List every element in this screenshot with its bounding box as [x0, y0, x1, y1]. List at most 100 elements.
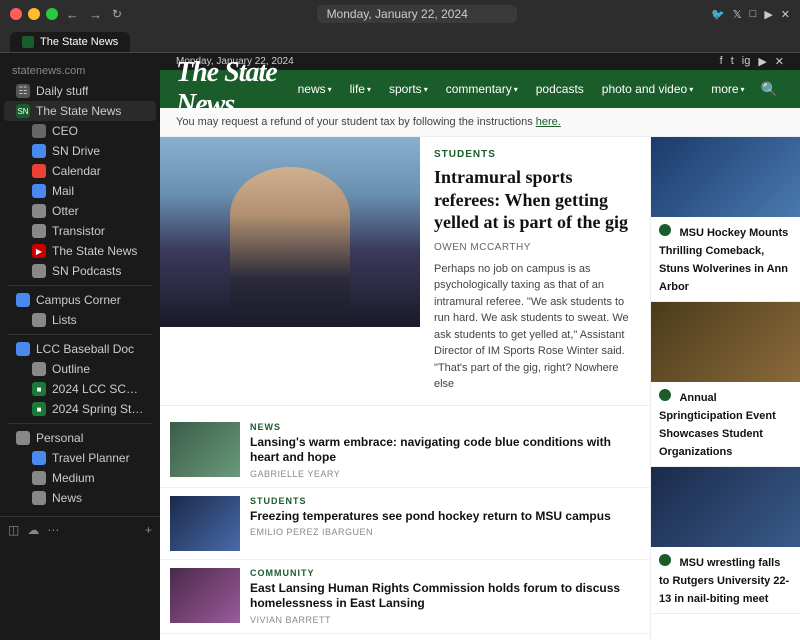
social-icons-top: 🐦 𝕏 □ ▶ ✕ — [711, 8, 790, 21]
sidebar-item-label: Campus Corner — [36, 293, 121, 307]
ig-link[interactable]: ig — [742, 55, 751, 68]
right-article-img-1 — [651, 137, 800, 217]
lcc-schedule-icon: ■ — [32, 382, 46, 396]
article-thumb-2 — [170, 496, 240, 551]
sidebar-item-label: 2024 Spring Staaz — [52, 402, 144, 416]
sidebar-footer: ◫ ☁ ⋯ + — [0, 516, 160, 543]
sidebar-item-transistor[interactable]: Transistor — [4, 221, 156, 241]
sidebar-item-personal[interactable]: Personal — [4, 428, 156, 448]
sidebar-item-ceo[interactable]: CEO — [4, 121, 156, 141]
cloud-icon[interactable]: ☁ — [27, 523, 39, 537]
article-item-3: COMMUNITY East Lansing Human Rights Comm… — [160, 560, 650, 634]
minimize-button[interactable] — [28, 8, 40, 20]
sidebar-item-news[interactable]: News — [4, 488, 156, 508]
article-title-1[interactable]: Lansing's warm embrace: navigating code … — [250, 435, 640, 466]
hero-title[interactable]: Intramural sports referees: When getting… — [434, 166, 636, 234]
sidebar-item-label: CEO — [52, 124, 78, 138]
sn-drive-icon — [32, 144, 46, 158]
site-logo[interactable]: The State News — [176, 57, 290, 121]
nav-photo-video[interactable]: photo and video ▾ — [594, 78, 701, 100]
sidebar-item-mail[interactable]: Mail — [4, 181, 156, 201]
options-icon[interactable]: ⋯ — [47, 523, 59, 537]
hero-excerpt: Perhaps no job on campus is as psycholog… — [434, 261, 636, 393]
address-area: Monday, January 22, 2024 — [130, 5, 703, 23]
article-item-2: STUDENTS Freezing temperatures see pond … — [160, 488, 650, 560]
sidebar-item-daily-stuff[interactable]: ☷ Daily stuff — [4, 81, 156, 101]
sidebar-item-label: Lists — [52, 313, 77, 327]
nav-sports[interactable]: sports ▾ — [381, 78, 436, 100]
right-article-title-3[interactable]: MSU wrestling falls to Rutgers Universit… — [659, 557, 789, 605]
sidebar-item-campus-corner[interactable]: Campus Corner — [4, 290, 156, 310]
add-icon[interactable]: + — [145, 523, 152, 537]
mail-icon — [32, 184, 46, 198]
browser-chrome: ← → ↻ Monday, January 22, 2024 🐦 𝕏 □ ▶ ✕… — [0, 0, 800, 53]
sidebar-item-spring-staaz[interactable]: ■ 2024 Spring Staaz — [4, 399, 156, 419]
sidebar-item-label: The State News — [36, 104, 121, 118]
forward-button[interactable]: → — [89, 7, 102, 22]
add-space-icon[interactable]: ◫ — [8, 523, 19, 537]
sidebar-item-calendar[interactable]: Calendar — [4, 161, 156, 181]
tab-label: The State News — [40, 36, 118, 48]
calendar-icon — [32, 164, 46, 178]
sidebar-item-sn-podcasts[interactable]: SN Podcasts — [4, 261, 156, 281]
nav-podcasts[interactable]: podcasts — [528, 78, 592, 100]
nav-life[interactable]: life ▾ — [342, 78, 379, 100]
sidebar-item-sn-drive[interactable]: SN Drive — [4, 141, 156, 161]
sidebar-item-medium[interactable]: Medium — [4, 468, 156, 488]
sn-podcasts-icon — [32, 264, 46, 278]
reload-button[interactable]: ↻ — [112, 7, 122, 22]
youtube-icon[interactable]: ▶ — [764, 8, 772, 21]
sidebar-item-lists[interactable]: Lists — [4, 310, 156, 330]
right-article-title-2[interactable]: Annual Springticipation Event Showcases … — [659, 392, 776, 458]
nav-commentary[interactable]: commentary ▾ — [438, 78, 526, 100]
fb-link[interactable]: f — [720, 55, 723, 68]
twitter-icon[interactable]: 𝕏 — [733, 8, 742, 21]
facebook-icon[interactable]: 🐦 — [711, 8, 725, 21]
sidebar-item-lcc-baseball[interactable]: LCC Baseball Doc — [4, 339, 156, 359]
sidebar-item-label: Personal — [36, 431, 83, 445]
photo-video-chevron: ▾ — [689, 85, 693, 94]
hockey-icon — [659, 224, 671, 236]
sidebar-item-label: Transistor — [52, 224, 105, 238]
hero-body: STUDENTS Intramural sports referees: Whe… — [420, 137, 650, 405]
right-article-title-1[interactable]: MSU Hockey Mounts Thrilling Comeback, St… — [659, 227, 788, 293]
right-article-body-2: Annual Springticipation Event Showcases … — [651, 382, 800, 466]
back-button[interactable]: ← — [66, 7, 79, 22]
maximize-button[interactable] — [46, 8, 58, 20]
daily-stuff-icon: ☷ — [16, 84, 30, 98]
nav-news[interactable]: news ▾ — [290, 78, 340, 100]
right-article-3: MSU wrestling falls to Rutgers Universit… — [651, 467, 800, 614]
hero-article: STUDENTS Intramural sports referees: Whe… — [160, 137, 650, 406]
sidebar-item-label: News — [52, 491, 82, 505]
banner-link[interactable]: here. — [536, 116, 561, 128]
sidebar-item-outline[interactable]: Outline — [4, 359, 156, 379]
sidebar-item-otter[interactable]: Otter — [4, 201, 156, 221]
title-bar: ← → ↻ Monday, January 22, 2024 🐦 𝕏 □ ▶ ✕ — [0, 0, 800, 28]
nav-more[interactable]: more ▾ — [703, 78, 752, 100]
sidebar-item-label: Outline — [52, 362, 90, 376]
sidebar-item-state-news-2[interactable]: ▶ The State News — [4, 241, 156, 261]
address-bar[interactable]: Monday, January 22, 2024 — [317, 5, 517, 23]
x-link[interactable]: ✕ — [775, 55, 784, 68]
outline-icon — [32, 362, 46, 376]
sidebar-item-state-news[interactable]: SN The State News — [4, 101, 156, 121]
sports-chevron: ▾ — [424, 85, 428, 94]
article-author-3: VIVIAN BARRETT — [250, 615, 640, 625]
sidebar-item-travel-planner[interactable]: Travel Planner — [4, 448, 156, 468]
active-tab[interactable]: The State News — [10, 32, 130, 52]
article-title-2[interactable]: Freezing temperatures see pond hockey re… — [250, 509, 640, 525]
instagram-icon[interactable]: □ — [750, 8, 757, 21]
x-icon[interactable]: ✕ — [781, 8, 790, 21]
search-icon[interactable]: 🔍 — [755, 77, 784, 102]
sidebar-item-label: Daily stuff — [36, 84, 88, 98]
hero-person — [230, 167, 350, 327]
article-title-3[interactable]: East Lansing Human Rights Commission hol… — [250, 581, 640, 612]
sidebar-item-lcc-schedule[interactable]: ■ 2024 LCC SCHEDULE — [4, 379, 156, 399]
sidebar-item-label: SN Podcasts — [52, 264, 121, 278]
article-item-1: NEWS Lansing's warm embrace: navigating … — [160, 414, 650, 488]
nav-links: news ▾ life ▾ sports ▾ commentary ▾ podc… — [290, 77, 784, 102]
hero-author: OWEN MCCARTHY — [434, 242, 636, 253]
close-button[interactable] — [10, 8, 22, 20]
tw-link[interactable]: t — [731, 55, 734, 68]
yt-link[interactable]: ▶ — [758, 55, 766, 68]
